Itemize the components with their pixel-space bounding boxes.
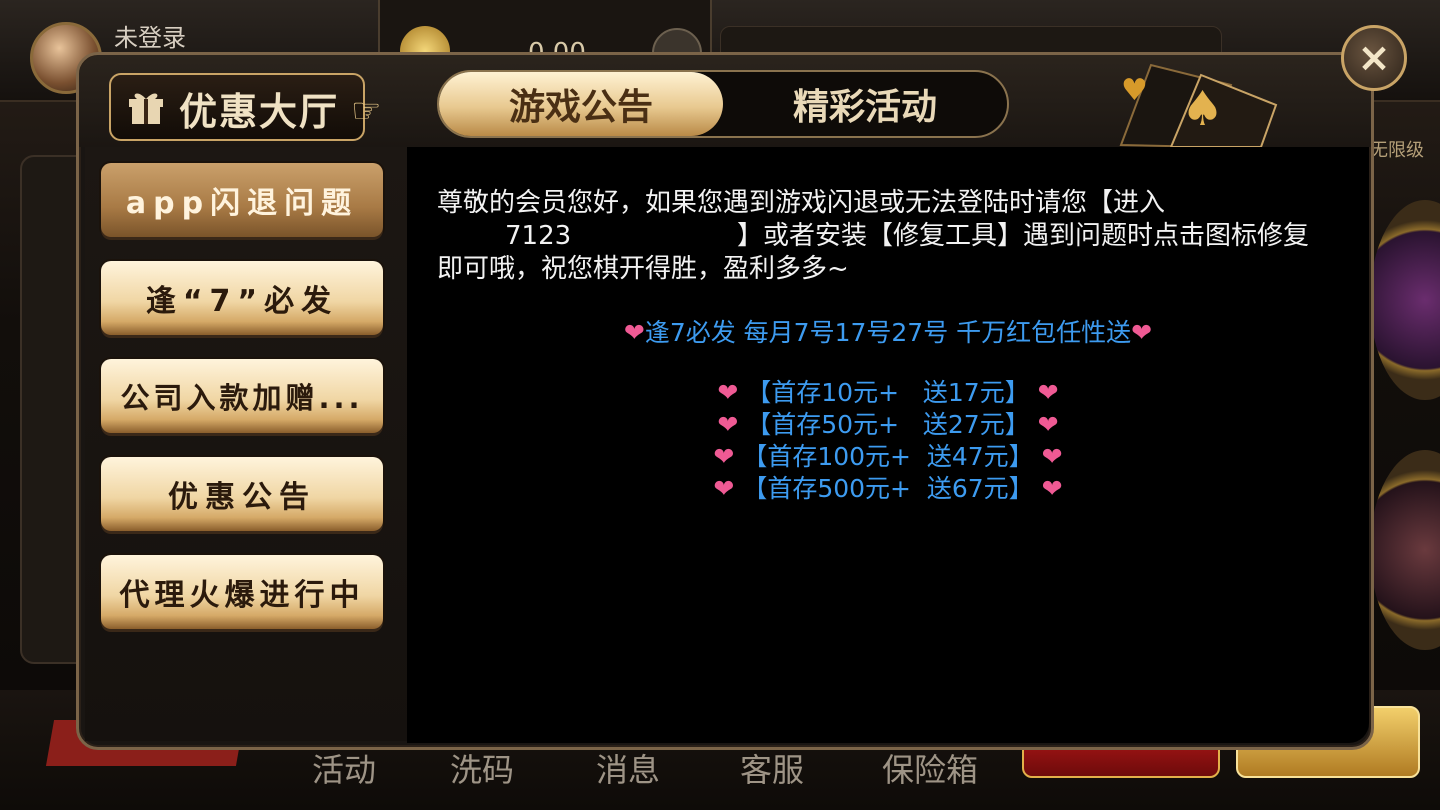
nav-activity[interactable]: 活动	[312, 745, 376, 791]
modal-header: 优惠大厅 ☞ 游戏公告 精彩活动 ♠ ♥	[79, 55, 1371, 147]
heart-icon: ❤	[1131, 318, 1153, 347]
promo-item-row: ❤ 【首存50元+ 送27元】 ❤	[407, 405, 1369, 441]
modal-title: 优惠大厅	[179, 90, 340, 134]
nav-wash-code[interactable]: 洗码	[450, 745, 514, 791]
promotion-hall-modal: 优惠大厅 ☞ 游戏公告 精彩活动 ♠ ♥ × app闪退问题 逢“7”必发 公司…	[76, 25, 1407, 750]
game-icon[interactable]	[1370, 450, 1440, 650]
menu-lucky-seven[interactable]: 逢“7”必发	[101, 261, 383, 335]
heart-icon: ❤	[1041, 474, 1063, 503]
heart-icon: ❤	[1037, 378, 1059, 407]
nav-safe-box[interactable]: 保险箱	[882, 745, 978, 791]
heart-icon: ❤	[1037, 410, 1059, 439]
username-label: 未登录	[114, 24, 186, 52]
playing-cards-decoration: ♠ ♥	[1119, 63, 1278, 147]
notice-line-2: 7123 】或者安装【修复工具】遇到问题时点击图标修复	[437, 220, 1337, 253]
menu-app-crash[interactable]: app闪退问题	[101, 163, 383, 237]
notice-line-3: 即可哦，祝您棋开得胜，盈利多多~	[437, 254, 849, 284]
svg-text:♥: ♥	[1121, 73, 1148, 108]
tab-featured-events[interactable]: 精彩活动	[723, 72, 1007, 136]
notice-line-1: 尊敬的会员您好，如果您遇到游戏闪退或无法登陆时请您【进入	[437, 188, 1166, 218]
menu-deposit-bonus[interactable]: 公司入款加赠...	[101, 359, 383, 433]
hall-title-badge: 优惠大厅	[109, 73, 365, 141]
promo-item-row: ❤ 【首存500元+ 送67元】 ❤	[407, 469, 1369, 505]
menu-promo-notice[interactable]: 优惠公告	[101, 457, 383, 531]
game-icon[interactable]	[1370, 200, 1440, 400]
promo-item: 【首存500元+ 送67元】	[742, 474, 1034, 503]
announcement-content: 尊敬的会员您好，如果您遇到游戏闪退或无法登陆时请您【进入 7123 】或者安装【…	[407, 147, 1369, 743]
tab-game-announcement[interactable]: 游戏公告	[439, 72, 723, 136]
heart-icon: ❤	[713, 442, 735, 471]
heart-icon: ❤	[1041, 442, 1063, 471]
tab-bar: 游戏公告 精彩活动	[437, 70, 1009, 138]
promo-headline: 逢7必发 每月7号17号27号 千万红包任性送	[644, 318, 1132, 347]
svg-text:♠: ♠	[1181, 81, 1224, 137]
promo-item-row: ❤ 【首存10元+ 送17元】 ❤	[407, 373, 1369, 409]
gift-icon	[129, 93, 163, 124]
promo-item: 【首存100元+ 送47元】	[742, 442, 1034, 471]
promo-item-row: ❤ 【首存100元+ 送47元】 ❤	[407, 437, 1369, 473]
promo-item: 【首存10元+ 送17元】	[746, 378, 1030, 407]
nav-messages[interactable]: 消息	[596, 745, 660, 791]
heart-icon: ❤	[713, 474, 735, 503]
promo-item: 【首存50元+ 送27元】	[746, 410, 1030, 439]
close-button[interactable]: ×	[1341, 25, 1407, 91]
notice-line-2-rest: 】或者安装【修复工具】遇到问题时点击图标修复	[737, 221, 1310, 251]
promo-headline-row: ❤逢7必发 每月7号17号27号 千万红包任性送❤	[407, 313, 1369, 349]
pointer-hand-icon: ☞	[351, 91, 382, 131]
heart-icon: ❤	[623, 318, 645, 347]
nav-customer-service[interactable]: 客服	[740, 745, 804, 791]
category-sidebar: app闪退问题 逢“7”必发 公司入款加赠... 优惠公告 代理火爆进行中	[85, 147, 407, 741]
menu-agent-recruit[interactable]: 代理火爆进行中	[101, 555, 383, 629]
heart-icon: ❤	[717, 410, 739, 439]
heart-icon: ❤	[717, 378, 739, 407]
notice-code: 7123	[505, 221, 572, 251]
notice-text: 尊敬的会员您好，如果您遇到游戏闪退或无法登陆时请您【进入 7123 】或者安装【…	[437, 187, 1337, 286]
